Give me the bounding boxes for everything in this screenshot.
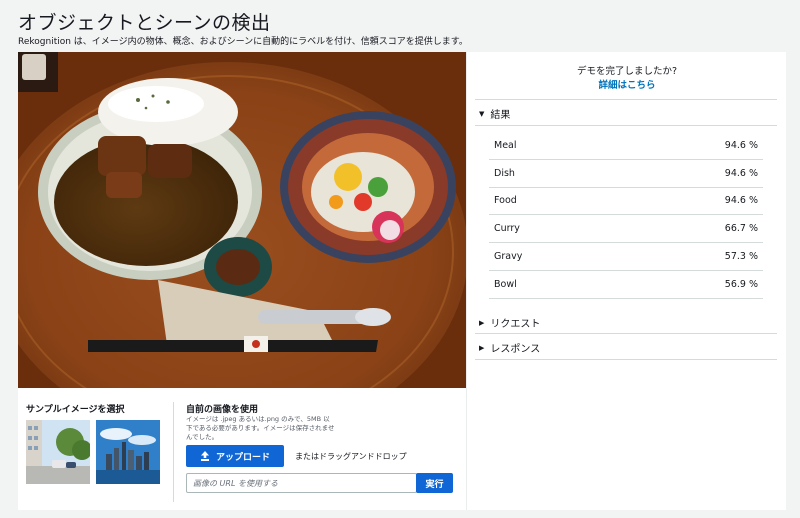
response-section-header[interactable]: ▶ レスポンス xyxy=(479,340,541,356)
request-section-header[interactable]: ▶ リクエスト xyxy=(479,315,541,331)
section-divider xyxy=(475,125,777,126)
learn-more-link[interactable]: 詳細はこちら xyxy=(467,77,787,91)
result-row: Meal 94.6 % xyxy=(489,132,763,160)
result-confidence: 94.6 % xyxy=(724,167,758,179)
result-row: Dish 94.6 % xyxy=(489,160,763,188)
result-label: Meal xyxy=(494,139,517,151)
results-section-label: 結果 xyxy=(490,110,511,121)
result-label: Dish xyxy=(494,167,515,179)
result-row: Gravy 57.3 % xyxy=(489,243,763,271)
result-confidence: 94.6 % xyxy=(724,139,758,151)
input-divider xyxy=(173,402,174,502)
curry-dish-photo xyxy=(18,52,466,388)
request-section-label: リクエスト xyxy=(490,319,541,330)
own-image-note: イメージは .jpeg あるいは.png のみで、5MB 以下である必要がありま… xyxy=(186,415,335,441)
sample-image-street[interactable] xyxy=(26,420,90,484)
result-confidence: 66.7 % xyxy=(724,223,758,235)
result-confidence: 56.9 % xyxy=(724,278,758,290)
page-title: オブジェクトとシーンの検出 xyxy=(18,12,271,34)
sample-image-skyline[interactable] xyxy=(96,420,160,484)
image-url-input[interactable] xyxy=(186,473,417,493)
result-confidence: 57.3 % xyxy=(724,251,758,263)
result-label: Bowl xyxy=(494,278,517,290)
image-input-area: サンプルイメージを選択 自前の画像を使用 イメージは .jpeg あるいは.pn… xyxy=(18,388,466,510)
upload-button[interactable]: アップロード xyxy=(186,445,284,467)
section-divider xyxy=(475,333,777,334)
run-button[interactable]: 実行 xyxy=(416,473,453,493)
sample-images-title: サンプルイメージを選択 xyxy=(26,405,125,415)
results-list: Meal 94.6 % Dish 94.6 % Food 94.6 % Curr… xyxy=(489,132,763,299)
result-label: Food xyxy=(494,195,517,207)
upload-icon xyxy=(200,451,209,461)
demo-complete-question: デモを完了しましたか? xyxy=(576,66,678,77)
main-photo xyxy=(18,52,466,388)
section-divider xyxy=(475,99,777,100)
result-confidence: 94.6 % xyxy=(724,195,758,207)
section-divider xyxy=(475,359,777,360)
street-thumbnail xyxy=(26,420,90,484)
drag-drop-hint: またはドラッグアンドドロップ xyxy=(295,452,407,461)
upload-button-label: アップロード xyxy=(215,452,270,463)
results-panel: デモを完了しましたか? 詳細はこちら ▼ 結果 Meal 94.6 % Dish… xyxy=(466,52,786,510)
own-image-title: 自前の画像を使用 xyxy=(186,405,259,415)
image-panel: サンプルイメージを選択 自前の画像を使用 イメージは .jpeg あるいは.pn… xyxy=(18,52,466,510)
result-row: Bowl 56.9 % xyxy=(489,271,763,299)
skyline-thumbnail xyxy=(96,420,160,484)
result-label: Gravy xyxy=(494,251,523,263)
result-label: Curry xyxy=(494,223,520,235)
caret-right-icon: ▶ xyxy=(479,318,485,327)
response-section-label: レスポンス xyxy=(490,344,541,355)
results-section-header[interactable]: ▼ 結果 xyxy=(479,106,511,122)
result-row: Food 94.6 % xyxy=(489,188,763,216)
caret-right-icon: ▶ xyxy=(479,343,485,352)
result-row: Curry 66.7 % xyxy=(489,215,763,244)
caret-down-icon: ▼ xyxy=(479,109,485,118)
page-description: Rekognition は、イメージ内の物体、概念、およびシーンに自動的にラベル… xyxy=(18,37,468,47)
